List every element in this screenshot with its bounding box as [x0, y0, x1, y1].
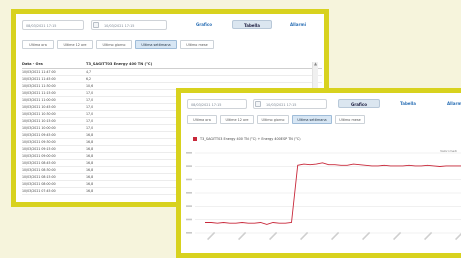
cell-datetime: 10/03/2021 10:45:00 [22, 105, 56, 109]
table-row: 10/03/2021 11:47:00 4,7 [22, 69, 322, 76]
toolbar: 08/03/2021 17:15 10/03/2021 17:15 Grafic… [16, 14, 324, 36]
tab-ultima-settimana[interactable]: Ultima settimana [135, 40, 177, 49]
alarms-button[interactable]: Allarmi [278, 20, 318, 29]
cell-value: 6,2 [86, 77, 92, 81]
cell-datetime: 10/03/2021 09:15:00 [22, 147, 56, 151]
cell-datetime: 10/03/2021 10:30:00 [22, 112, 56, 116]
cell-value: 17,0 [86, 105, 94, 109]
cell-datetime: 10/03/2021 07:45:00 [22, 189, 56, 193]
column-header-value: T3_SAGITT03 Energy 400 TN (°C) [86, 62, 153, 66]
period-tabs: Ultima ora Ultime 12 ore Ultimo giorno U… [16, 40, 324, 52]
cell-value: 4,7 [86, 70, 92, 74]
series-line [205, 162, 461, 225]
cell-value: 17,0 [86, 119, 94, 123]
cell-value: 16,8 [86, 161, 94, 165]
y-tick-mark [186, 152, 192, 154]
cell-datetime: 10/03/2021 08:00:00 [22, 182, 56, 186]
cell-value: 16,8 [86, 154, 94, 158]
cell-value: 16,8 [86, 189, 94, 193]
y-tick-mark [186, 232, 192, 234]
tab-ultime-12-ore[interactable]: Ultime 12 ore [57, 40, 93, 49]
tab-ultima-ora[interactable]: Ultima ora [22, 40, 54, 49]
cell-datetime: 10/03/2021 10:15:00 [22, 119, 56, 123]
column-header-datetime: Data - Ora [22, 62, 43, 66]
graph-panel: 08/03/2021 17:15 10/03/2021 17:15 Grafic… [176, 88, 461, 258]
y-tick-mark [186, 205, 192, 207]
cell-datetime: 10/03/2021 08:45:00 [22, 161, 56, 165]
cell-datetime: 10/03/2021 10:00:00 [22, 126, 56, 130]
scroll-up-icon[interactable]: ▲ [314, 62, 317, 66]
cell-datetime: 10/03/2021 11:00:00 [22, 98, 56, 102]
table-row: 10/03/2021 11:45:00 6,2 [22, 76, 322, 83]
to-date-field[interactable]: 10/03/2021 17:15 [91, 20, 167, 30]
cell-value: 16,8 [86, 168, 94, 172]
cell-datetime: 10/03/2021 09:30:00 [22, 140, 56, 144]
graph-button[interactable]: Grafico [184, 20, 224, 29]
tab-ultimo-mese[interactable]: Ultimo mese [180, 40, 214, 49]
cell-datetime: 10/03/2021 08:30:00 [22, 168, 56, 172]
cell-value: 16,8 [86, 175, 94, 179]
to-date-value: 10/03/2021 17:15 [104, 24, 135, 28]
y-tick-mark [186, 178, 192, 181]
cell-datetime: 10/03/2021 09:00:00 [22, 154, 56, 158]
cell-value: 16,8 [86, 140, 94, 144]
cell-value: 16,8 [86, 133, 94, 137]
y-tick-mark [186, 192, 192, 194]
tab-ultimo-giorno[interactable]: Ultimo giorno [96, 40, 132, 49]
calendar-icon[interactable] [93, 22, 99, 28]
table-header: Data - Ora T3_SAGITT03 Energy 400 TN (°C… [22, 60, 322, 69]
table-button[interactable]: Tabella [232, 20, 272, 29]
cell-datetime: 10/03/2021 11:45:00 [22, 77, 56, 81]
cell-datetime: 10/03/2021 11:30:00 [22, 84, 56, 88]
from-date-value: 08/03/2021 17:15 [26, 24, 57, 28]
cell-value: 16,8 [86, 147, 94, 151]
line-chart [186, 152, 461, 241]
cell-value: 17,0 [86, 112, 94, 116]
cell-datetime: 10/03/2021 08:15:00 [22, 175, 56, 179]
y-tick-mark [186, 218, 192, 221]
cell-value: 17,0 [86, 98, 94, 102]
from-date-field[interactable]: 08/03/2021 17:15 [22, 20, 84, 30]
cell-datetime: 10/03/2021 09:45:00 [22, 133, 56, 137]
cell-value: 10,6 [86, 84, 94, 88]
y-tick-mark [186, 165, 192, 167]
cell-datetime: 10/03/2021 11:15:00 [22, 91, 56, 95]
cell-value: 16,8 [86, 182, 94, 186]
cell-value: 17,0 [86, 91, 94, 95]
cell-datetime: 10/03/2021 11:47:00 [22, 70, 56, 74]
cell-value: 17,0 [86, 126, 94, 130]
